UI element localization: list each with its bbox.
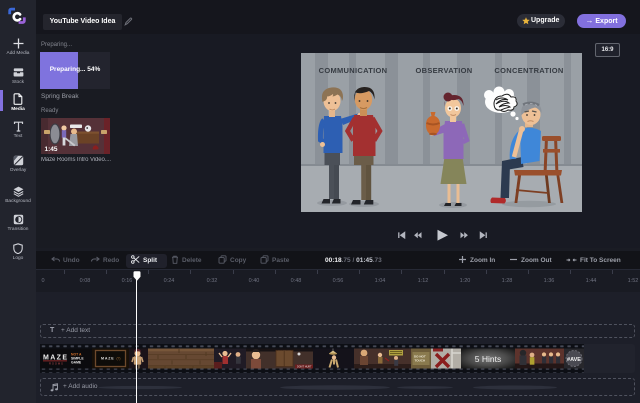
svg-text:TOUCH: TOUCH [415, 359, 426, 363]
svg-text:GAME: GAME [71, 361, 82, 365]
svg-text:COMMUNICATION: COMMUNICATION [319, 66, 388, 75]
svg-text:MAZE: MAZE [43, 355, 67, 362]
svg-text:ROOMS: ROOMS [49, 362, 64, 366]
svg-text:OBSERVATION: OBSERVATION [415, 66, 472, 75]
svg-text:DON'T HURT: DON'T HURT [297, 366, 312, 369]
svg-text:#AVE: #AVE [567, 357, 581, 363]
svg-text:CONCENTRATION: CONCENTRATION [494, 66, 563, 75]
svg-text:(?): (?) [117, 357, 121, 361]
svg-text:5 Hints: 5 Hints [475, 354, 501, 364]
svg-text:MAZE: MAZE [101, 357, 114, 361]
svg-text:1:45: 1:45 [45, 146, 58, 153]
